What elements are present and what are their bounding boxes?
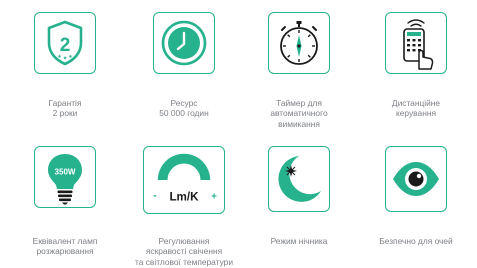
feature-bulb-equivalent-tile: 350W bbox=[34, 146, 96, 208]
remote-control-icon bbox=[403, 19, 434, 70]
feature-night-mode-tile bbox=[268, 146, 330, 212]
feature-remote-caption: Дистанційне керування bbox=[391, 98, 441, 119]
feature-brightness-tile: - Lm/K + bbox=[143, 146, 225, 214]
feature-timer-tile bbox=[268, 12, 330, 74]
feature-night-mode-caption: Режим нічника bbox=[270, 236, 328, 246]
brightness-minus-sign: - bbox=[153, 189, 157, 201]
brightness-adjust-icon: - Lm/K + bbox=[153, 153, 217, 203]
light-bulb-icon: 350W bbox=[48, 154, 82, 205]
brightness-plus-sign: + bbox=[211, 191, 217, 202]
feature-brightness-caption: Регулювання яскравості свічення та світл… bbox=[134, 236, 234, 267]
feature-eye-safe-tile bbox=[385, 146, 447, 212]
feature-lifetime-caption: Ресурс 50 000 годин bbox=[159, 98, 209, 119]
eye-icon bbox=[393, 162, 439, 196]
svg-text:★: ★ bbox=[57, 54, 62, 60]
feature-remote-tile bbox=[385, 12, 447, 74]
feature-warranty-caption: Гарантія 2 роки bbox=[48, 98, 82, 119]
warranty-years-number: 2 bbox=[60, 35, 71, 56]
feature-eye-safe-caption: Безпечно для очей bbox=[379, 236, 453, 246]
bulb-wattage-label: 350W bbox=[55, 168, 76, 177]
feature-warranty-tile: 2 ★ ★ ★ bbox=[34, 12, 96, 74]
moon-star-icon bbox=[278, 156, 321, 202]
feature-timer-caption: Таймер для автоматичного вимикання bbox=[270, 98, 328, 129]
stopwatch-icon bbox=[280, 21, 318, 65]
clock-icon bbox=[161, 20, 207, 66]
features-grid: 2 ★ ★ ★ Гарантія 2 роки Ресурс 50 000 го… bbox=[0, 0, 477, 268]
feature-bulb-equivalent-caption: Еквівалент ламп розжарювання bbox=[32, 236, 98, 257]
brightness-lmk-label: Lm/K bbox=[169, 190, 199, 203]
feature-lifetime-tile bbox=[153, 12, 215, 74]
svg-text:★: ★ bbox=[63, 55, 68, 61]
shield-warranty-icon: 2 ★ ★ ★ bbox=[47, 20, 83, 66]
svg-text:★: ★ bbox=[68, 54, 73, 60]
